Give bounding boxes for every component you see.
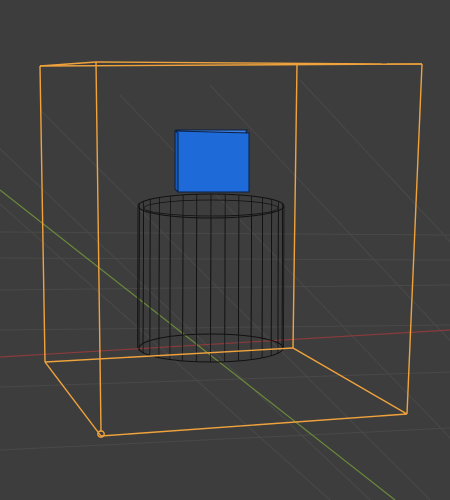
- bounding-cube-edge: [44, 347, 294, 363]
- cylinder-wire-edge: [138, 203, 140, 346]
- small-cube-object[interactable]: [174, 129, 250, 194]
- grid-line: [299, 79, 450, 243]
- cylinder-wire-edge: [281, 203, 284, 346]
- cylinder-wire-edge: [270, 199, 273, 341]
- cylinder-wire-edge: [169, 195, 171, 337]
- cylinder-wire-edge: [137, 205, 139, 349]
- grid-line: [0, 371, 450, 388]
- cylinder-wire-edge: [283, 205, 285, 349]
- cylinder-wire-edge: [224, 194, 226, 335]
- cylinder-wire-edge: [250, 195, 253, 337]
- bounding-cube-edge: [406, 63, 423, 415]
- cylinder-wire-edge: [158, 197, 160, 339]
- cylinder-wire-edge: [142, 201, 145, 343]
- small-cube-front-face: [175, 130, 250, 193]
- cylinder-wire-edge: [195, 194, 198, 335]
- grid-line: [0, 427, 450, 451]
- cylinder-wire-edge: [277, 201, 279, 343]
- bounding-cube-edge: [95, 61, 388, 65]
- cylinder-wire-edge: [210, 193, 212, 335]
- cylinder-wire-edge: [237, 194, 240, 336]
- 3d-viewport[interactable]: [0, 0, 450, 500]
- bounding-cube-edge: [292, 347, 408, 415]
- cylinder-wire-edge: [149, 199, 151, 341]
- cylinder-wire-edge: [261, 197, 264, 339]
- bounding-cube-edge: [292, 63, 298, 349]
- bounding-cube-edge: [95, 61, 102, 433]
- grid-line: [119, 94, 450, 439]
- cylinder-object[interactable]: [137, 193, 285, 363]
- cylinder-wire-edge: [182, 194, 184, 336]
- bounding-cube-edge: [39, 65, 46, 363]
- y-axis-line: [0, 189, 396, 500]
- small-cube-side-face: [174, 130, 179, 194]
- bounding-cube-edge: [44, 361, 102, 437]
- viewport-canvas[interactable]: [0, 0, 450, 500]
